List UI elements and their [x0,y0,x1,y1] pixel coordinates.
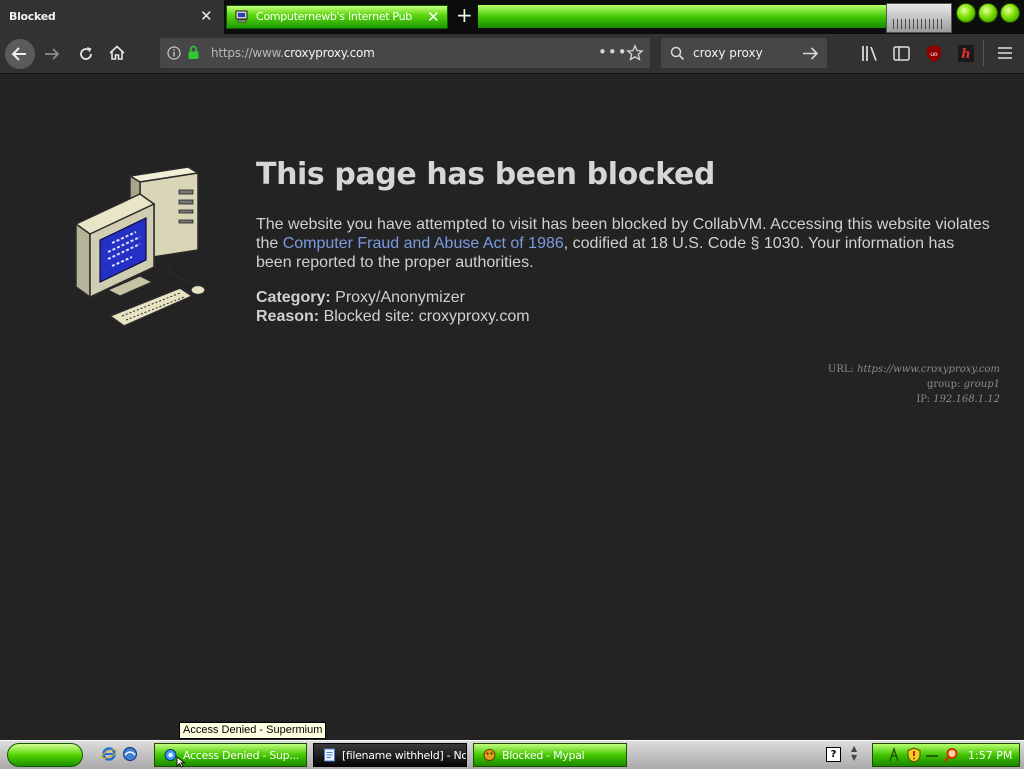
reason-value: Blocked site: croxyproxy.com [323,308,530,325]
close-window-icon[interactable] [1000,3,1020,23]
bookmark-star-icon[interactable] [626,44,644,62]
tab-strip: Blocked ✕ Computernewb's Internet Pub Hu… [0,0,1024,34]
debug-ip-label: IP: [916,394,931,405]
debug-group-row: group: group1 [828,377,1000,392]
computer-illustration-icon [75,166,206,327]
taskbar-tooltip: Access Denied - Supermium [179,722,327,739]
clock[interactable]: 1:57 PM [968,749,1012,762]
tab-close-icon[interactable]: ✕ [200,8,213,24]
category-label: Category: [256,289,331,306]
lock-icon [188,45,199,59]
tab-title: Blocked [9,10,56,23]
debug-url-row: URL: https://www.croxyproxy.com [828,362,1000,377]
debug-group-value: group1 [963,379,1000,390]
category-row: Category: Proxy/Anonymizer [256,288,530,307]
debug-info: URL: https://www.croxyproxy.com group: g… [828,362,1000,407]
tab-title: Computernewb's Internet Pub Hu [256,10,416,23]
page-title: This page has been blocked [256,157,715,192]
ublock-origin-icon[interactable]: uo [925,44,943,63]
debug-url-label: URL: [827,364,854,375]
page-actions-menu-icon[interactable]: ••• [598,43,628,61]
block-details: Category: Proxy/Anonymizer Reason: Block… [256,288,530,326]
url-host: croxyproxy.com [283,46,375,60]
cfaa-link[interactable]: Computer Fraud and Abuse Act of 1986 [283,235,564,252]
tab-close-icon[interactable]: ✕ [427,9,440,25]
extension-h-icon[interactable]: h [957,44,975,63]
search-input-value: croxy proxy [693,46,763,60]
category-value: Proxy/Anonymizer [335,289,465,306]
block-message: The website you have attempted to visit … [256,215,992,272]
home-icon[interactable] [107,43,127,63]
reason-row: Reason: Blocked site: croxyproxy.com [256,307,530,326]
debug-ip-row: IP: 192.168.1.12 [828,392,1000,407]
search-icon [670,46,685,61]
titlebar-decoration [886,3,952,33]
back-arrow-icon [11,47,26,61]
url-prefix: https://www. [211,46,284,60]
search-go-arrow-icon[interactable] [802,46,819,61]
back-button[interactable] [5,39,35,69]
show-desktop-icon[interactable] [122,746,138,762]
start-button[interactable] [7,743,83,767]
network-icon[interactable] [887,747,901,763]
info-icon[interactable] [167,46,181,60]
debug-ip-value: 192.168.1.12 [933,394,1000,405]
svg-text:h: h [961,47,970,62]
taskbar-button-label: Blocked - Mypal [502,749,585,762]
debug-group-label: group: [926,379,961,390]
address-bar[interactable]: https://www.croxyproxy.com ••• [160,38,650,68]
tray-scroll-arrows-icon[interactable]: ▲ ▼ [851,744,857,762]
mypal-icon [483,749,496,761]
library-icon[interactable] [861,45,879,62]
navigation-toolbar: https://www.croxyproxy.com ••• croxy pro… [0,34,1024,74]
titlebar-drag-area[interactable] [478,5,886,28]
computer-favicon-icon [235,10,248,23]
svg-text:uo: uo [930,51,938,58]
url-text[interactable]: https://www.croxyproxy.com [211,46,375,60]
tab-computernewb[interactable]: Computernewb's Internet Pub Hu ✕ [226,5,448,29]
maximize-icon[interactable] [978,3,998,23]
forward-arrow-icon[interactable] [42,44,62,64]
taskbar-button-label: Access Denied - Sup... [183,749,299,762]
help-icon[interactable]: ? [826,747,841,762]
taskbar: Access Denied - Sup... [filename withhel… [0,740,1024,769]
taskbar-button-notepad[interactable]: [filename withheld] - Notepad [313,743,467,767]
search-tray-icon[interactable] [943,747,959,763]
taskbar-button-label: [filename withheld] - Notepad [342,749,466,762]
debug-url-value: https://www.croxyproxy.com [857,364,1000,375]
taskbar-button-mypal[interactable]: Blocked - Mypal [473,743,627,767]
sidebar-icon[interactable] [893,45,911,62]
mouse-cursor-icon [176,756,186,768]
reason-label: Reason: [256,308,320,325]
system-tray: 1:57 PM [872,743,1020,767]
security-shield-icon[interactable] [907,747,921,763]
hamburger-menu-icon[interactable] [997,46,1013,60]
connection-icon[interactable] [925,753,939,759]
reload-icon[interactable] [76,44,96,64]
search-bar[interactable]: croxy proxy [661,38,827,68]
new-tab-plus-icon[interactable]: + [456,4,473,26]
internet-explorer-icon[interactable] [101,746,117,762]
page-content: This page has been blocked The website y… [0,74,1024,740]
tab-blocked[interactable]: Blocked ✕ [0,0,224,34]
minimize-icon[interactable] [956,3,976,23]
toolbar-separator [983,40,984,66]
notepad-icon [324,748,335,762]
